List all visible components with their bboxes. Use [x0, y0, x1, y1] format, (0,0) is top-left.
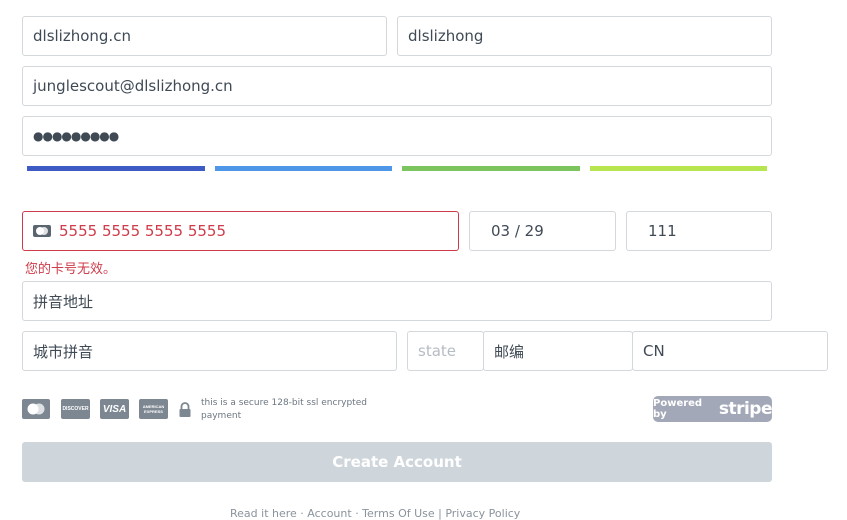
username-value: dlslizhong	[408, 27, 484, 45]
expiry-value: 03 / 29	[491, 222, 544, 240]
stripe-logo: stripe	[718, 399, 773, 419]
state-placeholder: state	[418, 342, 456, 360]
state-field[interactable]: state	[407, 331, 484, 371]
discover-icon: DISCOVER	[61, 399, 90, 419]
card-error-message: 您的卡号无效。	[25, 262, 117, 277]
card-icon	[33, 225, 51, 237]
street-field[interactable]: 拼音地址	[22, 281, 772, 321]
country-field[interactable]: CN	[632, 331, 828, 371]
password-field[interactable]: ●●●●●●●●●	[22, 116, 772, 156]
company-field[interactable]: dlslizhong.cn	[22, 16, 387, 56]
create-account-button[interactable]: Create Account	[22, 442, 772, 482]
username-field[interactable]: dlslizhong	[397, 16, 772, 56]
cvc-field[interactable]: 111	[626, 211, 772, 251]
card-number-field[interactable]: 5555 5555 5555 5555	[22, 211, 459, 251]
email-value: junglescout@dlslizhong.cn	[33, 77, 233, 95]
powered-by-stripe-badge[interactable]: Powered by stripe	[653, 396, 773, 422]
company-value: dlslizhong.cn	[33, 27, 131, 45]
city-field[interactable]: 城市拼音	[22, 331, 397, 371]
secure-payment-text: this is a secure 128-bit ssl encrypted p…	[201, 398, 367, 421]
zip-field[interactable]: 邮编	[483, 331, 633, 371]
country-value: CN	[643, 342, 665, 360]
strength-bar-2	[215, 166, 392, 171]
zip-value: 邮编	[494, 342, 525, 361]
amex-icon: AMERICAN EXPRESS	[139, 399, 168, 419]
powered-by-label: Powered by	[653, 398, 703, 420]
expiry-field[interactable]: 03 / 29	[469, 211, 616, 251]
strength-bar-3	[402, 166, 580, 171]
street-value: 拼音地址	[33, 292, 94, 311]
visa-icon: VISA	[100, 399, 129, 419]
strength-bar-4	[590, 166, 767, 171]
lock-icon	[179, 402, 191, 417]
city-value: 城市拼音	[33, 342, 94, 361]
cvc-value: 111	[648, 222, 677, 240]
card-number-value: 5555 5555 5555 5555	[59, 222, 226, 240]
strength-bar-1	[27, 166, 205, 171]
password-value: ●●●●●●●●●	[33, 129, 119, 143]
mastercard-icon	[22, 399, 50, 419]
email-field[interactable]: junglescout@dlslizhong.cn	[22, 66, 772, 106]
